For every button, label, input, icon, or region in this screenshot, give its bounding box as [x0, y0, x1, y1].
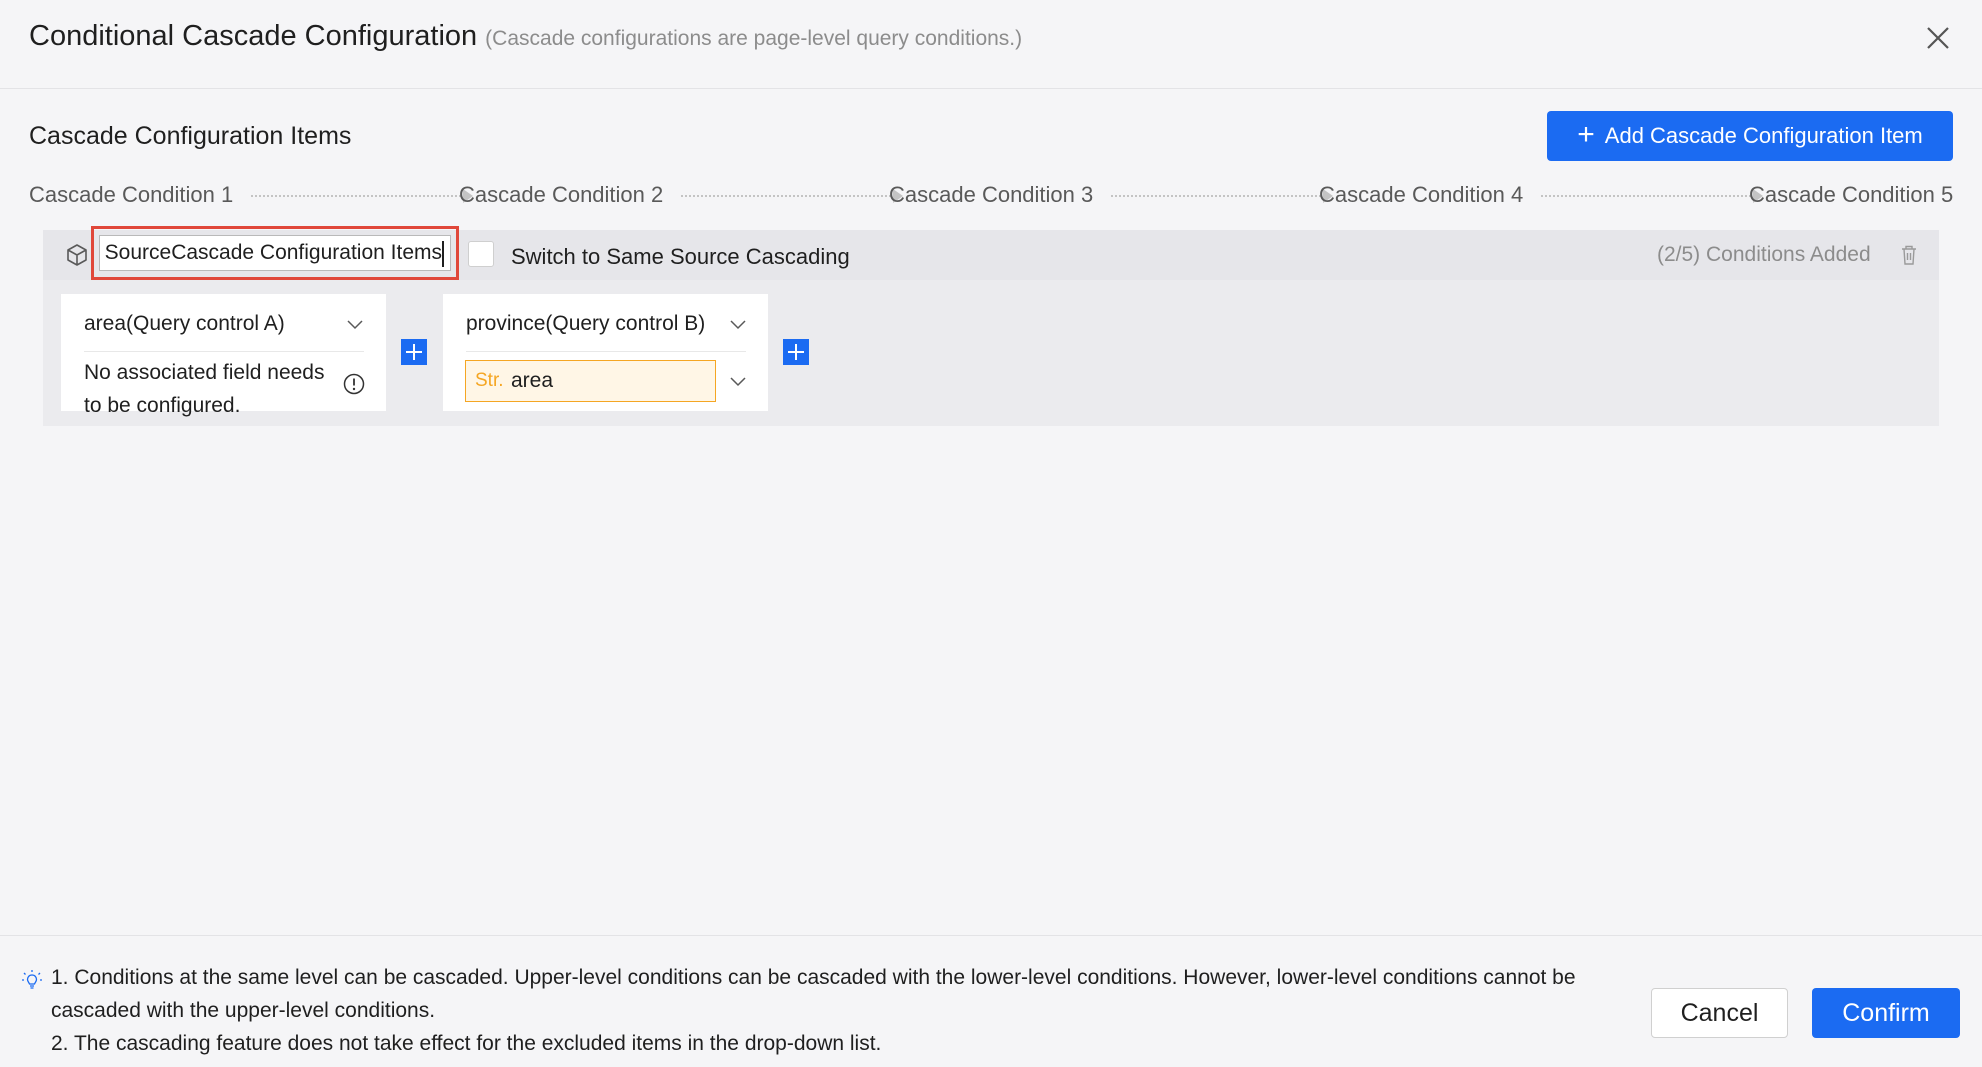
- step-1: Cascade Condition 1: [29, 182, 234, 207]
- item-name-value: SourceCascade Configuration Items: [104, 241, 442, 264]
- chevron-down-icon[interactable]: [730, 377, 746, 387]
- card-divider: [84, 351, 364, 352]
- close-icon: [1927, 27, 1949, 49]
- section-title: Cascade Configuration Items: [29, 122, 352, 150]
- control-select-1[interactable]: area(Query control A): [84, 312, 285, 336]
- step-3: Cascade Condition 3: [889, 182, 1094, 207]
- dialog-title: Conditional Cascade Configuration (Cascad…: [29, 20, 1022, 53]
- lightbulb-icon: [22, 970, 42, 989]
- trash-icon[interactable]: [1900, 244, 1918, 266]
- step-connector: [251, 189, 473, 203]
- tip-line-1: 1. Conditions at the same level can be c…: [51, 966, 1576, 989]
- tip-line-3: 2. The cascading feature does not take e…: [51, 1032, 882, 1055]
- dialog-subtitle: (Cascade configurations are page-level q…: [485, 27, 1023, 50]
- same-source-checkbox[interactable]: [468, 241, 494, 267]
- control-select-2[interactable]: province(Query control B): [466, 312, 705, 336]
- add-condition-button[interactable]: [783, 339, 809, 365]
- associated-field-select[interactable]: Str. area: [465, 360, 716, 402]
- dialog-header: Conditional Cascade Configuration (Cascad…: [0, 0, 1982, 89]
- item-name-input[interactable]: SourceCascade Configuration Items: [99, 235, 451, 271]
- step-connector: [1111, 189, 1333, 203]
- field-type-badge: Str.: [475, 370, 504, 391]
- text-caret: [442, 241, 444, 267]
- chevron-down-icon[interactable]: [730, 320, 746, 330]
- cascade-item-header: SourceCascade Configuration Items Switch…: [43, 226, 1939, 280]
- cancel-button[interactable]: Cancel: [1651, 988, 1788, 1038]
- condition-card-1: area(Query control A) No associated fiel…: [61, 294, 386, 417]
- add-condition-button[interactable]: [401, 339, 427, 365]
- field-name: area: [511, 369, 554, 392]
- step-4: Cascade Condition 4: [1319, 182, 1524, 207]
- info-icon: [343, 373, 365, 395]
- tip-line-2: cascaded with the upper-level conditions…: [51, 999, 436, 1022]
- conditions-count: (2/5) Conditions Added: [1657, 243, 1871, 266]
- no-field-note: No associated field needs to be configur…: [84, 361, 325, 417]
- step-2: Cascade Condition 2: [459, 182, 664, 207]
- dialog-title-text: Conditional Cascade Configuration: [29, 20, 478, 52]
- cascade-steps: Cascade Condition 1 Cascade Condition 2 …: [29, 180, 1954, 212]
- plus-icon: [788, 344, 804, 360]
- cascade-item-panel: SourceCascade Configuration Items Switch…: [43, 226, 1939, 426]
- condition-card-2: province(Query control B) Str. area: [443, 294, 768, 411]
- plus-icon: [406, 344, 422, 360]
- close-button[interactable]: [1922, 22, 1954, 54]
- step-connector: [1541, 189, 1763, 203]
- chevron-down-icon[interactable]: [347, 320, 363, 330]
- same-source-label[interactable]: Switch to Same Source Cascading: [511, 244, 850, 270]
- confirm-button[interactable]: Confirm: [1812, 988, 1960, 1038]
- add-cascade-item-button[interactable]: + Add Cascade Configuration Item: [1547, 111, 1953, 161]
- step-connector: [681, 189, 903, 203]
- card-divider: [466, 351, 746, 352]
- step-5: Cascade Condition 5: [1749, 182, 1954, 207]
- add-cascade-item-label: Add Cascade Configuration Item: [1604, 123, 1923, 148]
- plus-icon: +: [1577, 117, 1595, 151]
- cube-icon: [67, 244, 87, 266]
- dialog-footer: 1. Conditions at the same level can be c…: [0, 935, 1982, 1067]
